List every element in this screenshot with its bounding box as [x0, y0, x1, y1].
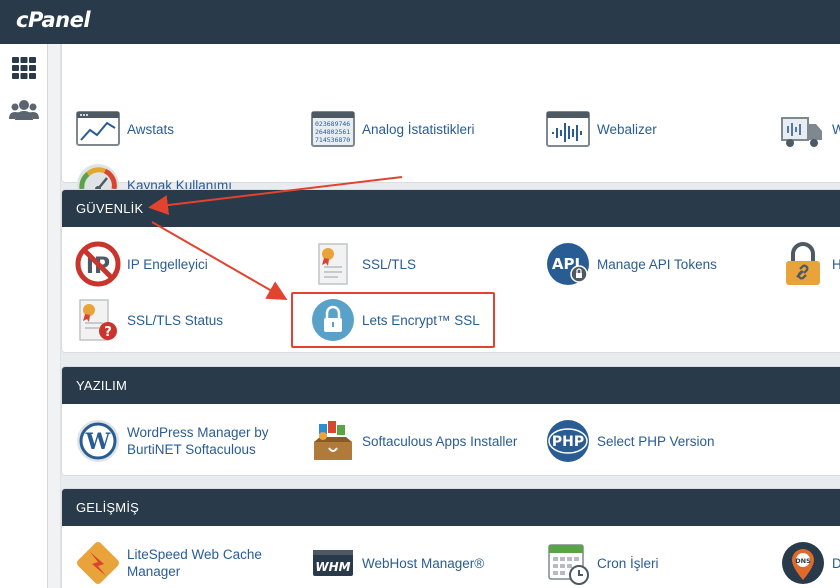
- softaculous-label: Softaculous Apps Installer: [362, 433, 518, 449]
- webalizer-ftp-label: W: [832, 121, 840, 137]
- dns-item[interactable]: DNS D: [780, 540, 840, 586]
- software-panel: YAZILIM W WordPress Manager by BurtiNET …: [61, 366, 840, 476]
- advanced-panel-title: GELİŞMİŞ: [62, 489, 840, 526]
- metrics-panel: Awstats 023689746 264802561 714536870 An…: [61, 44, 840, 206]
- cron-jobs-icon: [548, 544, 589, 585]
- users-icon[interactable]: [8, 94, 40, 126]
- sidebar: [0, 44, 48, 588]
- awstats-label: Awstats: [127, 121, 175, 137]
- analog-stats-item[interactable]: 023689746 264802561 714536870 Analog İst…: [310, 106, 532, 152]
- dns-icon: DNS: [782, 542, 824, 584]
- api-tokens-icon: API: [547, 243, 589, 285]
- webalizer-ftp-icon: [781, 117, 822, 147]
- litespeed-item[interactable]: LiteSpeed Web Cache Manager: [75, 540, 297, 586]
- hotlink-protection-item[interactable]: H: [780, 241, 840, 287]
- whm-icon: WHM: [313, 550, 353, 576]
- wordpress-manager-label: WordPress Manager by BurtiNET Softaculou…: [127, 425, 269, 457]
- scrollbar[interactable]: [48, 44, 61, 588]
- wordpress-icon: W: [77, 420, 119, 462]
- svg-text:264802561: 264802561: [315, 128, 350, 136]
- api-tokens-label: Manage API Tokens: [597, 256, 717, 272]
- softaculous-icon: [314, 421, 352, 460]
- whm-item[interactable]: WHM WebHost Manager®: [310, 540, 532, 586]
- webalizer-ftp-item[interactable]: W: [780, 106, 840, 152]
- awstats-icon: [76, 111, 120, 146]
- svg-text:PHP: PHP: [552, 434, 584, 450]
- select-php-item[interactable]: PHP Select PHP Version: [545, 418, 767, 464]
- hotlink-protection-icon: [786, 242, 820, 285]
- grid-icon[interactable]: [8, 52, 40, 84]
- ip-blocker-item[interactable]: IP IP Engelleyici: [75, 241, 297, 287]
- ip-blocker-label: IP Engelleyici: [127, 256, 208, 272]
- awstats-item[interactable]: Awstats: [75, 106, 297, 152]
- ssl-tls-item[interactable]: SSL/TLS: [310, 241, 532, 287]
- litespeed-label: LiteSpeed Web Cache Manager: [127, 547, 262, 579]
- softaculous-item[interactable]: Softaculous Apps Installer: [310, 418, 532, 464]
- ssl-tls-status-icon: ?: [79, 299, 117, 341]
- lets-encrypt-highlight-box: [291, 292, 495, 348]
- ssl-tls-label: SSL/TLS: [362, 256, 417, 272]
- svg-text:023689746: 023689746: [315, 120, 350, 128]
- cpanel-logo[interactable]: cPanel: [16, 8, 91, 32]
- cron-jobs-item[interactable]: Cron İşleri: [545, 540, 767, 586]
- cron-jobs-label: Cron İşleri: [597, 555, 659, 571]
- svg-text:WHM: WHM: [315, 560, 350, 574]
- ip-blocker-icon: IP: [75, 241, 121, 287]
- ssl-tls-status-item[interactable]: ? SSL/TLS Status: [75, 297, 297, 343]
- php-icon: PHP: [547, 420, 589, 462]
- analog-stats-icon: 023689746 264802561 714536870: [311, 111, 355, 147]
- webalizer-label: Webalizer: [597, 121, 657, 137]
- select-php-label: Select PHP Version: [597, 433, 715, 449]
- security-panel-title: GÜVENLİK: [62, 190, 840, 227]
- svg-text:DNS: DNS: [795, 557, 811, 565]
- ssl-tls-icon: [318, 243, 348, 285]
- analog-stats-label: Analog İstatistikleri: [362, 121, 475, 137]
- litespeed-icon: [77, 542, 119, 584]
- ssl-tls-status-label: SSL/TLS Status: [127, 312, 224, 328]
- hotlink-protection-label: H: [832, 256, 840, 272]
- svg-text:714536870: 714536870: [315, 136, 350, 144]
- top-bar: cPanel: [0, 0, 840, 44]
- advanced-panel: GELİŞMİŞ LiteSpeed Web Cache Manager WHM…: [61, 488, 840, 588]
- webalizer-icon: [546, 111, 590, 147]
- svg-text:W: W: [85, 429, 111, 455]
- svg-text:?: ?: [104, 325, 112, 340]
- wordpress-manager-item[interactable]: W WordPress Manager by BurtiNET Softacul…: [75, 418, 297, 464]
- software-panel-title: YAZILIM: [62, 367, 840, 404]
- dns-label: D: [832, 555, 840, 571]
- whm-label: WebHost Manager®: [362, 555, 485, 571]
- api-tokens-item[interactable]: API Manage API Tokens: [545, 241, 767, 287]
- webalizer-item[interactable]: Webalizer: [545, 106, 767, 152]
